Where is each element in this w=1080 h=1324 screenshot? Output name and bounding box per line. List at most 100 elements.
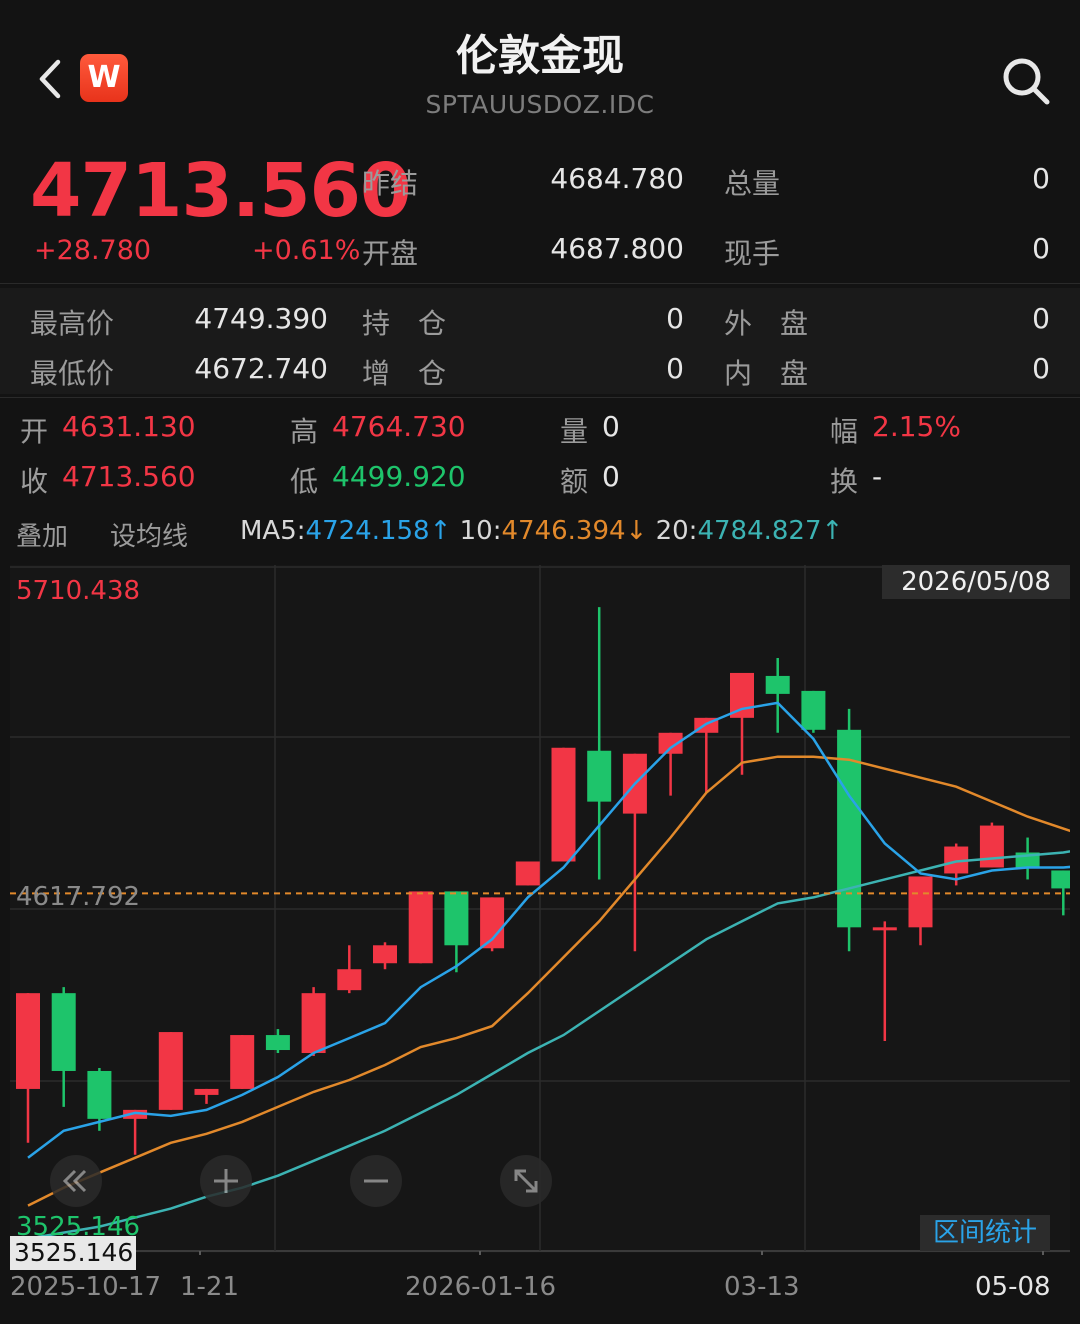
search-icon[interactable] — [1000, 56, 1052, 106]
prev-close-label: 昨结 — [362, 167, 419, 200]
hand-value: 0 — [1032, 232, 1050, 265]
fullscreen-button[interactable] — [500, 1155, 552, 1207]
ohlc-vol-value: 0 — [602, 410, 620, 443]
candle-body — [16, 993, 40, 1089]
x-label: 2026-01-16 — [405, 1272, 557, 1302]
outer-label: 外 盘 — [724, 307, 809, 340]
candle — [801, 690, 826, 733]
x-label-start: 2025-10-17 — [10, 1272, 162, 1302]
candle-body — [230, 1035, 255, 1089]
open-label: 开盘 — [362, 237, 419, 270]
zoom-out-button[interactable] — [350, 1155, 402, 1207]
candle-body — [801, 690, 826, 730]
inner-value: 0 — [1032, 352, 1050, 385]
last-price: 4713.560 — [30, 148, 412, 234]
ohlc-open-value: 4631.130 — [62, 410, 196, 443]
candle-body — [194, 1088, 219, 1095]
ma5-value: 4724.158↑ — [305, 516, 452, 546]
low-label: 最低价 — [30, 357, 115, 390]
ma20-value: 4784.827↑ — [697, 516, 844, 546]
x-label: 03-13 — [724, 1272, 800, 1302]
x-label: 1-21 — [180, 1272, 240, 1302]
open-interest-label: 持 仓 — [362, 307, 447, 340]
candle-body — [51, 993, 76, 1071]
candle — [515, 861, 540, 886]
high-label: 最高价 — [30, 307, 115, 340]
candle — [408, 891, 433, 964]
hand-label: 现手 — [724, 237, 781, 270]
price-change-pct: +0.61% — [252, 235, 361, 266]
set-ma-button[interactable]: 设均线 — [110, 516, 188, 553]
candle — [837, 708, 862, 952]
overlay-button[interactable]: 叠加 — [16, 516, 68, 553]
y-max-label: 5710.438 — [16, 576, 141, 606]
divider — [0, 283, 1080, 284]
ohlc-high-label: 高 — [290, 415, 319, 448]
plus-icon — [214, 1169, 238, 1193]
ohlc-low-label: 低 — [290, 465, 319, 498]
candle-body — [373, 945, 397, 964]
ohlc-close-value: 4713.560 — [62, 460, 196, 493]
candle-body — [408, 891, 433, 964]
candle — [230, 1035, 255, 1089]
candle — [979, 822, 1004, 868]
symbol-code: SPTAUUSDOZ.IDC — [425, 90, 655, 119]
ohlc-low-value: 4499.920 — [332, 460, 466, 493]
candle — [158, 1032, 183, 1110]
candle-body — [301, 993, 326, 1054]
candle-body — [515, 861, 540, 886]
ma-readout: MA5:4724.158↑ 10:4746.394↓ 20:4784.827↑ — [240, 516, 843, 546]
ohlc-amt-value: 0 — [602, 460, 620, 493]
y-min-tag: 3525.146 — [10, 1236, 136, 1270]
scroll-left-button[interactable] — [50, 1155, 102, 1207]
candle-body — [765, 675, 790, 694]
ma10-label: 10: — [459, 516, 502, 546]
stats-band — [0, 288, 1080, 394]
candle — [480, 897, 505, 952]
zoom-in-button[interactable] — [200, 1155, 252, 1207]
candle-body — [265, 1035, 290, 1051]
ohlc-high-value: 4764.730 — [332, 410, 466, 443]
open-value: 4687.800 — [550, 232, 684, 265]
candle-body — [158, 1032, 183, 1110]
low-value: 4672.740 — [194, 352, 328, 385]
candle-body — [908, 876, 933, 928]
candle-body — [587, 750, 612, 802]
ohlc-vol-label: 量 — [560, 415, 589, 448]
high-value: 4749.390 — [194, 302, 328, 335]
prev-close-value: 4684.780 — [550, 162, 684, 195]
outer-value: 0 — [1032, 302, 1050, 335]
divider — [0, 397, 1080, 398]
inner-label: 内 盘 — [724, 357, 809, 390]
price-change: +28.780 — [34, 235, 152, 266]
ma20-label: 20: — [655, 516, 698, 546]
ohlc-close-label: 收 — [20, 465, 49, 498]
page-title: 伦敦金现 — [455, 31, 624, 80]
ohlc-turn-label: 换 — [830, 465, 859, 498]
candle — [301, 987, 326, 1057]
ma5-label: MA5: — [240, 516, 306, 546]
x-label-end: 05-08 — [975, 1272, 1051, 1302]
volume-label: 总量 — [724, 167, 781, 200]
candle — [551, 747, 576, 862]
candle-body — [337, 969, 362, 991]
expand-icon — [514, 1169, 538, 1193]
minus-icon — [364, 1179, 388, 1183]
range-stats-button[interactable]: 区间统计 — [920, 1215, 1050, 1251]
double-chevron-left-icon — [62, 1169, 87, 1193]
candle-body — [872, 927, 897, 931]
cursor-date-tag: 2026/05/08 — [882, 565, 1070, 599]
ohlc-open-label: 开 — [20, 415, 49, 448]
ohlc-amp-value: 2.15% — [872, 410, 961, 443]
open-interest-value: 0 — [666, 302, 684, 335]
candle-body — [444, 891, 469, 946]
ohlc-turn-value: - — [872, 460, 883, 493]
oi-change-label: 增 仓 — [362, 357, 447, 390]
candle-body — [1051, 870, 1070, 889]
ma10-value: 4746.394↓ — [501, 516, 648, 546]
oi-change-value: 0 — [666, 352, 684, 385]
ref-price-label: 4617.792 — [16, 882, 141, 912]
candle-body — [979, 825, 1004, 868]
candlestick-chart[interactable] — [10, 565, 1070, 1255]
volume-value: 0 — [1032, 162, 1050, 195]
